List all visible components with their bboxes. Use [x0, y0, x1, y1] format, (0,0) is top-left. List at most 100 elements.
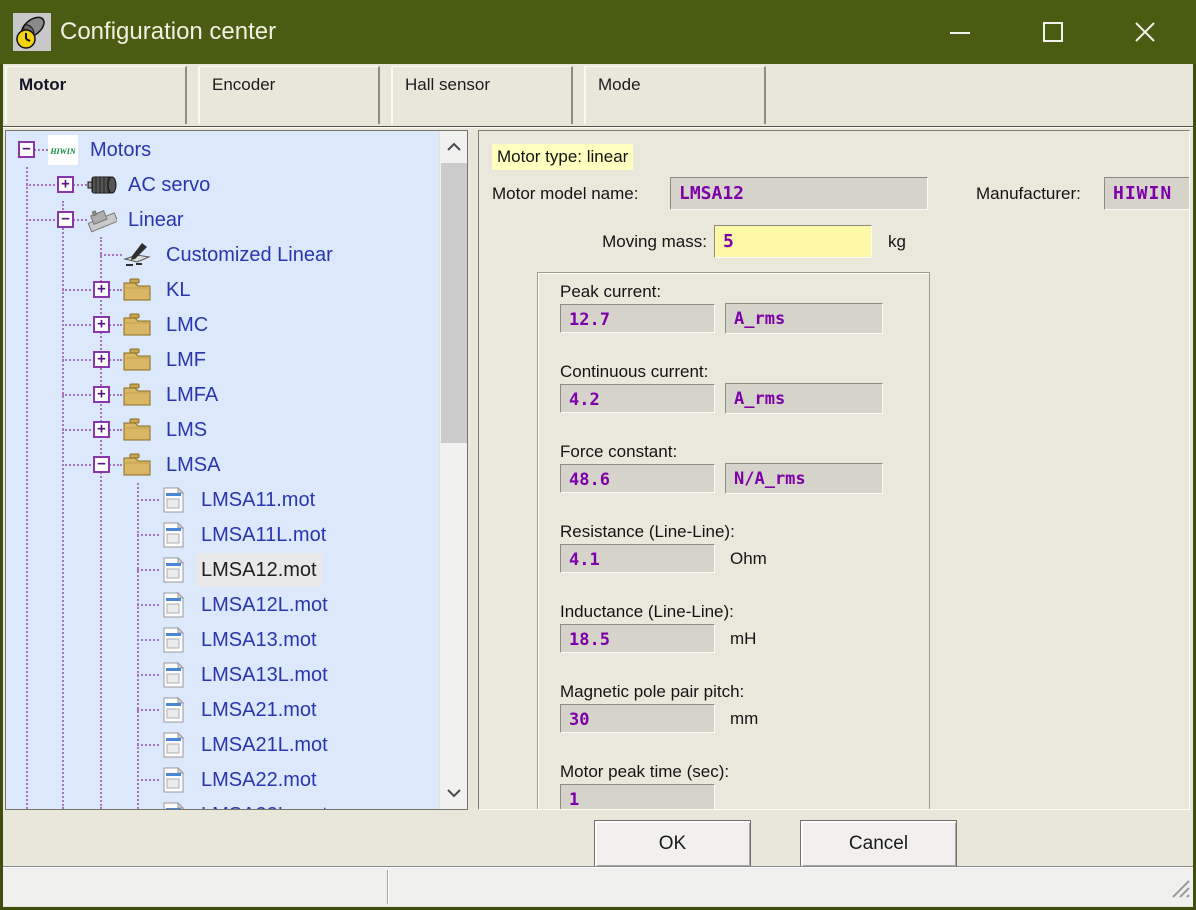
window-title: Configuration center [60, 0, 276, 64]
tree-connector-stub [137, 499, 159, 501]
scroll-up-arrow-icon[interactable] [440, 131, 468, 163]
manufacturer-field: HIWIN [1104, 177, 1190, 210]
motor-type-label: Motor type: linear [492, 144, 633, 170]
tree-item-lmfa[interactable]: + LMFA [6, 378, 439, 413]
tree-item-lmsa13l-mot[interactable]: LMSA13L.mot [6, 658, 439, 693]
tree-item-lmsa12-mot[interactable]: LMSA12.mot [6, 553, 439, 588]
tree-connector-stub [62, 394, 122, 396]
parameter-label-inductance-line-line: Inductance (Line-Line): [560, 602, 734, 622]
tree-connector-stub [62, 324, 122, 326]
tree-item-label: LMSA21L.mot [196, 728, 333, 762]
tree-item-lmsa11-mot[interactable]: LMSA11.mot [6, 483, 439, 518]
tab-label: Mode [586, 67, 764, 95]
tree-expand-icon[interactable]: + [57, 176, 74, 193]
tab-hall-sensor[interactable]: Hall sensor [391, 66, 573, 124]
tree-item-label: LMF [161, 343, 211, 377]
tree-item-label: LMC [161, 308, 213, 342]
tree-item-lmsa13-mot[interactable]: LMSA13.mot [6, 623, 439, 658]
tree-item-lmsa11l-mot[interactable]: LMSA11L.mot [6, 518, 439, 553]
parameter-value-field-inductance-line-line: 18.5 [560, 624, 715, 653]
tree-expand-icon[interactable]: + [93, 421, 110, 438]
folder-icon [122, 310, 152, 340]
parameter-label-resistance-line-line: Resistance (Line-Line): [560, 522, 735, 542]
tree-collapse-icon[interactable]: − [93, 456, 110, 473]
linear-motor-icon [87, 205, 117, 235]
tree-item-lmsa12l-mot[interactable]: LMSA12L.mot [6, 588, 439, 623]
mot-file-icon [159, 485, 189, 515]
tree-item-label: AC servo [123, 168, 215, 202]
tree-collapse-icon[interactable]: − [57, 211, 74, 228]
model-name-label: Motor model name: [492, 184, 638, 204]
parameter-value-field-motor-peak-time-sec: 1 [560, 784, 715, 810]
tree-expand-icon[interactable]: + [93, 281, 110, 298]
customized-linear-icon [122, 240, 152, 270]
configuration-center-window: Configuration center MotorEncoder Hall se… [0, 0, 1196, 910]
folder-icon [122, 450, 152, 480]
parameter-unit-field: A_rms [725, 383, 883, 414]
tree-collapse-icon[interactable]: − [18, 141, 35, 158]
folder-icon [122, 275, 152, 305]
ok-button[interactable]: OK [594, 820, 751, 867]
parameter-label-magnetic-pole-pair-pitch: Magnetic pole pair pitch: [560, 682, 744, 702]
tree-item-label: LMSA21.mot [196, 693, 322, 727]
minimize-button[interactable] [935, 9, 985, 55]
tree-connector-stub [137, 709, 159, 711]
close-button[interactable] [1120, 9, 1170, 55]
manufacturer-label: Manufacturer: [976, 184, 1081, 204]
tree-expand-icon[interactable]: + [93, 386, 110, 403]
client-area: MotorEncoderHall sensorMode −HIWINMotors… [3, 64, 1193, 907]
tab-mode[interactable]: Mode [584, 66, 766, 124]
tree-connector-stub [137, 639, 159, 641]
tree-item-label: Motors [85, 133, 156, 167]
parameter-value-field-peak-current: 12.7 [560, 304, 715, 333]
scrollbar-thumb[interactable] [441, 163, 467, 443]
tree-item-lmsa[interactable]: −LMSA [6, 448, 439, 483]
parameter-unit-field: A_rms [725, 303, 883, 334]
parameter-value-field-continuous-current: 4.2 [560, 384, 715, 413]
tree-item-kl[interactable]: +KL [6, 273, 439, 308]
tab-label: Hall sensor [393, 67, 571, 95]
tree-item-label: LMSA22.mot [196, 763, 322, 797]
tree-connector-stub [62, 359, 122, 361]
tree-item-motors[interactable]: −HIWINMotors [6, 133, 439, 168]
tree-item-label: LMFA [161, 378, 223, 412]
tab-encoder[interactable]: Encoder [198, 66, 380, 124]
tree-item-lmsa21-mot[interactable]: LMSA21.mot [6, 693, 439, 728]
motor-tree-panel: −HIWINMotors + AC servo−LinearCustomized L… [5, 130, 468, 810]
cancel-button[interactable]: Cancel [800, 820, 957, 867]
mot-file-icon [159, 590, 189, 620]
tree-item-ac-servo[interactable]: + AC servo [6, 168, 439, 203]
tree-item-customized-linear[interactable]: Customized Linear [6, 238, 439, 273]
tree-expand-icon[interactable]: + [93, 351, 110, 368]
tree-item-linear[interactable]: −Linear [6, 203, 439, 238]
tree-connector-stub [137, 534, 159, 536]
tab-motor[interactable]: Motor [5, 66, 187, 124]
scroll-down-arrow-icon[interactable] [440, 777, 468, 809]
tree-item-label: LMSA13L.mot [196, 658, 333, 692]
close-icon [1132, 19, 1158, 45]
tree-connector-stub [62, 464, 122, 466]
parameter-label-force-constant: Force constant: [560, 442, 677, 462]
tree-item-lmsa21l-mot[interactable]: LMSA21L.mot [6, 728, 439, 763]
tree-item-lmsa22-mot[interactable]: LMSA22.mot [6, 763, 439, 798]
tree-expand-icon[interactable]: + [93, 316, 110, 333]
mot-file-icon [159, 800, 189, 809]
maximize-button[interactable] [1028, 9, 1078, 55]
status-panel-divider [387, 870, 389, 904]
parameter-value-field-force-constant: 48.6 [560, 464, 715, 493]
tree-connector-stub [137, 604, 159, 606]
moving-mass-input[interactable]: 5 [714, 225, 872, 258]
tree-item-lmc[interactable]: + LMC [6, 308, 439, 343]
tree-item-lmf[interactable]: + LMF [6, 343, 439, 378]
mot-file-icon [159, 695, 189, 725]
parameter-unit-text: mm [730, 709, 758, 729]
model-name-field: LMSA12 [670, 177, 928, 210]
servo-motor-icon [87, 170, 117, 200]
tree-item-lmsa22l-mot[interactable]: LMSA22L.mot [6, 798, 439, 809]
tree-item-lms[interactable]: +LMS [6, 413, 439, 448]
tree-connector-stub [137, 744, 159, 746]
parameter-group: Peak current:12.7A_rmsContinuous current… [537, 272, 930, 810]
tree-scrollbar[interactable] [439, 131, 468, 809]
resize-grip[interactable] [1167, 875, 1191, 904]
mot-file-icon [159, 555, 189, 585]
